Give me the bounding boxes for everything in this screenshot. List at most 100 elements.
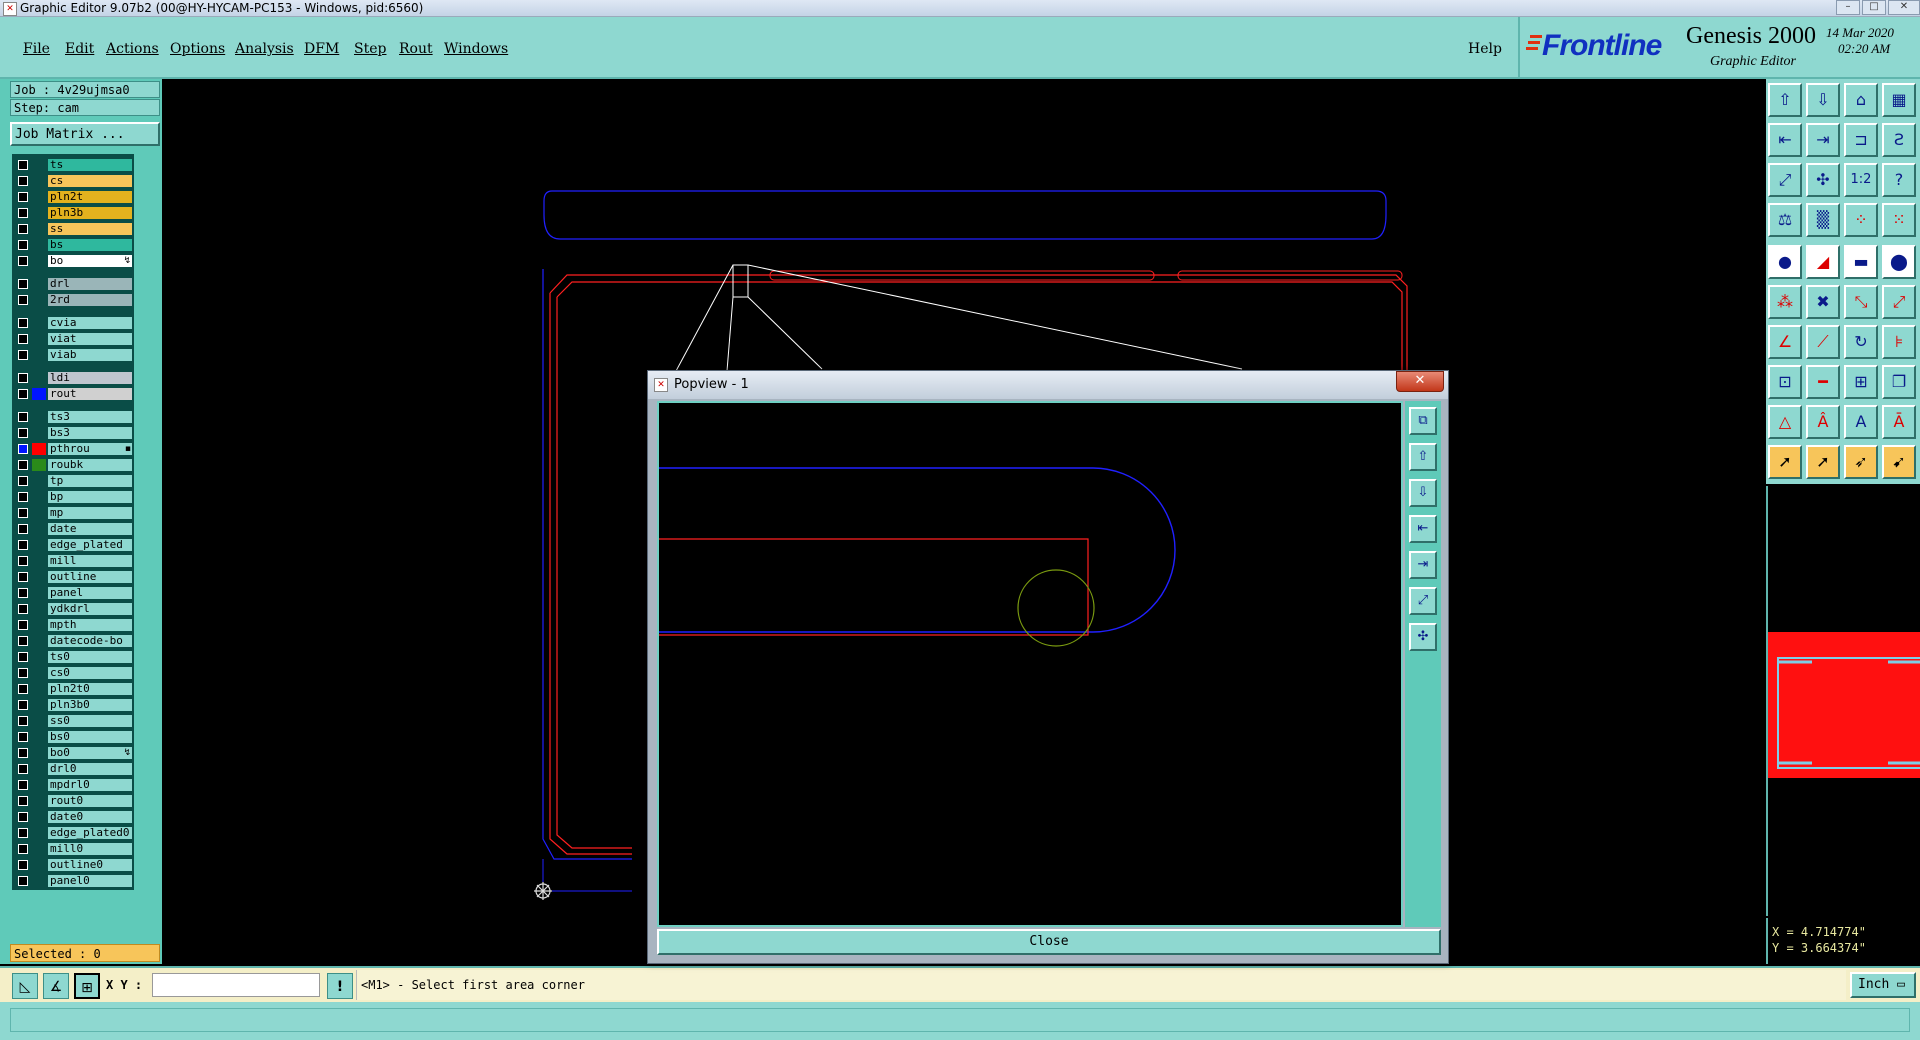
popview-pan-right-icon[interactable]: ⇥	[1409, 551, 1437, 579]
layer-row-pln2t0[interactable]: pln2t0	[12, 682, 134, 696]
save-layer-icon[interactable]: ⇩	[1806, 83, 1840, 117]
layer-name[interactable]: panel	[48, 587, 132, 599]
layer-row-cvia[interactable]: cvia	[12, 316, 134, 330]
center-icon[interactable]: ⊞	[1844, 365, 1878, 399]
layer-checkbox[interactable]	[18, 279, 28, 289]
layer-checkbox[interactable]	[18, 524, 28, 534]
triangle-a-icon[interactable]: Â	[1806, 405, 1840, 439]
layer-name[interactable]: ts0	[48, 651, 132, 663]
layer-checkbox[interactable]	[18, 764, 28, 774]
layer-name[interactable]: ydkdrl	[48, 603, 132, 615]
layer-row-viab[interactable]: viab	[12, 348, 134, 362]
connect-points-icon[interactable]: ⁂	[1768, 285, 1802, 319]
layer-checkbox[interactable]	[18, 176, 28, 186]
add-line-icon[interactable]: ◢	[1806, 245, 1840, 279]
layer-checkbox[interactable]	[18, 476, 28, 486]
copy-shape-icon[interactable]: ❐	[1882, 365, 1916, 399]
layer-checkbox[interactable]	[18, 224, 28, 234]
layer-checkbox[interactable]	[18, 844, 28, 854]
layer-name[interactable]: tp	[48, 475, 132, 487]
layer-checkbox[interactable]	[18, 604, 28, 614]
layer-name[interactable]: panel0	[48, 875, 132, 887]
layer-checkbox[interactable]	[18, 620, 28, 630]
layer-row-outline0[interactable]: outline0	[12, 858, 134, 872]
menu-windows[interactable]: Windows	[444, 41, 508, 57]
layer-name[interactable]: drl	[48, 278, 132, 290]
layer-checkbox[interactable]	[18, 540, 28, 550]
popview-zoom-out-icon[interactable]: ⇩	[1409, 479, 1437, 507]
popview-pan-left-icon[interactable]: ⇤	[1409, 515, 1437, 543]
popview-canvas[interactable]	[657, 401, 1403, 927]
layer-name[interactable]: bs3	[48, 427, 132, 439]
layer-name[interactable]: pln3b0	[48, 699, 132, 711]
layer-name[interactable]: rout	[48, 388, 132, 400]
layer-checkbox[interactable]	[18, 860, 28, 870]
layer-name[interactable]: bs	[48, 239, 132, 251]
layer-name[interactable]: cs	[48, 175, 132, 187]
layer-row-viat[interactable]: viat	[12, 332, 134, 346]
dimension-icon[interactable]: ⊡	[1768, 365, 1802, 399]
grid-mode-icon[interactable]: ⊞	[74, 973, 100, 999]
layer-checkbox[interactable]	[18, 208, 28, 218]
layer-row-panel[interactable]: panel	[12, 586, 134, 600]
layer-checkbox[interactable]	[18, 373, 28, 383]
layer-checkbox[interactable]	[18, 444, 28, 454]
layer-row-drl[interactable]: drl	[12, 277, 134, 291]
load-layer-icon[interactable]: ⇧	[1768, 83, 1802, 117]
layer-row-ydkdrl[interactable]: ydkdrl	[12, 602, 134, 616]
layer-name[interactable]: mpdrl0	[48, 779, 132, 791]
close-window-button[interactable]: ✕	[1888, 0, 1920, 15]
select-box-icon[interactable]: ➚	[1806, 445, 1840, 479]
zoom-fit-icon[interactable]: ⤢	[1768, 163, 1802, 197]
menu-dfm[interactable]: DFM	[304, 41, 339, 57]
xy-input[interactable]	[152, 973, 320, 997]
segment-end-icon[interactable]: ⤢	[1882, 285, 1916, 319]
minimize-button[interactable]: –	[1836, 0, 1860, 15]
layer-name[interactable]: edge_plated	[48, 539, 132, 551]
job-matrix-button[interactable]: Job Matrix ...	[10, 122, 160, 146]
layer-row-edge_plated[interactable]: edge_plated	[12, 538, 134, 552]
layer-checkbox[interactable]	[18, 748, 28, 758]
layer-name[interactable]: date	[48, 523, 132, 535]
layer-name[interactable]: bp	[48, 491, 132, 503]
layer-checkbox[interactable]	[18, 556, 28, 566]
layer-name[interactable]: bo	[48, 255, 132, 267]
layer-name[interactable]: cvia	[48, 317, 132, 329]
layer-name[interactable]: mp	[48, 507, 132, 519]
ruler-icon[interactable]: ▬	[1844, 245, 1878, 279]
layer-row-drl0[interactable]: drl0	[12, 762, 134, 776]
layer-name[interactable]: pln2t	[48, 191, 132, 203]
layer-name[interactable]: mill0	[48, 843, 132, 855]
mirror-icon[interactable]: ⊐	[1844, 123, 1878, 157]
layer-checkbox[interactable]	[18, 652, 28, 662]
layer-name[interactable]: roubk	[48, 459, 132, 471]
chamfer-icon[interactable]: ⊧	[1882, 325, 1916, 359]
popview-zoom-window-icon[interactable]: ⧉	[1409, 407, 1437, 435]
layer-name[interactable]: rout0	[48, 795, 132, 807]
layer-checkbox[interactable]	[18, 428, 28, 438]
popview-home-icon[interactable]: ✣	[1409, 623, 1437, 651]
popview-titlebar[interactable]: ✕ Popview - 1	[648, 371, 1448, 399]
select-poly-icon[interactable]: ➶	[1844, 445, 1878, 479]
layer-row-rout0[interactable]: rout0	[12, 794, 134, 808]
layer-name[interactable]: viat	[48, 333, 132, 345]
layer-row-ts3[interactable]: ts3	[12, 410, 134, 424]
layer-row-rout[interactable]: rout	[12, 387, 134, 401]
layer-row-edge_plated0[interactable]: edge_plated0	[12, 826, 134, 840]
layer-row-mp[interactable]: mp	[12, 506, 134, 520]
layer-row-pthrou[interactable]: pthrou ▪	[12, 442, 134, 456]
popview-zoom-in-icon[interactable]: ⇧	[1409, 443, 1437, 471]
layer-row-cs[interactable]: cs	[12, 174, 134, 188]
layer-row-mpth[interactable]: mpth	[12, 618, 134, 632]
angle-icon[interactable]: ∠	[1768, 325, 1802, 359]
layer-name[interactable]: outline0	[48, 859, 132, 871]
layer-checkbox[interactable]	[18, 318, 28, 328]
menu-step[interactable]: Step	[354, 41, 386, 57]
layer-checkbox[interactable]	[18, 334, 28, 344]
menu-file[interactable]: File	[23, 41, 50, 57]
snap-icon[interactable]: Ƨ	[1882, 123, 1916, 157]
layer-checkbox[interactable]	[18, 828, 28, 838]
layer-row-bs3[interactable]: bs3	[12, 426, 134, 440]
layer-row-tp[interactable]: tp	[12, 474, 134, 488]
layer-checkbox[interactable]	[18, 700, 28, 710]
